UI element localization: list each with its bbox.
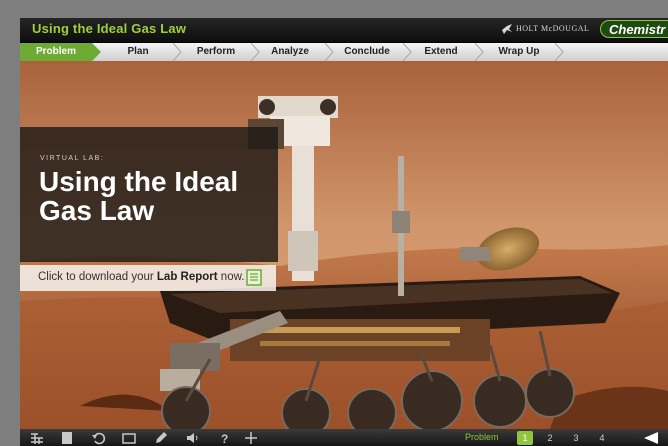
- pencil-icon[interactable]: [154, 431, 168, 445]
- lab-report-icon[interactable]: [246, 269, 262, 286]
- crosshair-icon[interactable]: [244, 431, 258, 445]
- app-window: Using the Ideal Gas Law HOLT McDOUGAL Ch…: [0, 0, 668, 446]
- bottom-toolbar: ? Problem 1 2 3 4: [20, 429, 668, 446]
- download-label: Click to download your Lab Report now.: [38, 271, 245, 283]
- step-divider-icon: [554, 43, 564, 61]
- tab-conclude[interactable]: Conclude: [332, 43, 402, 61]
- title-bar: Using the Ideal Gas Law HOLT McDOUGAL Ch…: [20, 18, 668, 43]
- screen-icon[interactable]: [122, 431, 136, 445]
- periodic-table-icon[interactable]: [30, 431, 44, 445]
- tab-analyze[interactable]: Analyze: [256, 43, 324, 61]
- download-lab-report-button[interactable]: Click to download your Lab Report now.: [20, 265, 276, 291]
- page-button-4[interactable]: 4: [594, 431, 610, 445]
- speaker-icon[interactable]: [186, 431, 200, 445]
- tab-problem[interactable]: Problem: [20, 43, 92, 61]
- tab-perform[interactable]: Perform: [182, 43, 250, 61]
- app-title: Using the Ideal Gas Law: [32, 21, 187, 36]
- publisher-logo-icon: [502, 24, 512, 34]
- step-divider-icon: [474, 43, 484, 61]
- intro-kicker: VIRTUAL LAB:: [40, 155, 105, 162]
- previous-arrow-icon[interactable]: [640, 430, 662, 445]
- undo-icon[interactable]: [92, 431, 106, 445]
- page-label: Problem: [465, 432, 499, 442]
- page-button-2[interactable]: 2: [542, 431, 558, 445]
- step-arrow-icon: [92, 43, 101, 61]
- tab-plan[interactable]: Plan: [104, 43, 172, 61]
- brand-logo: Chemistr: [600, 20, 668, 38]
- help-icon[interactable]: ?: [218, 431, 232, 445]
- step-navigation: Problem Plan Perform Analyze Conclude Ex…: [20, 43, 668, 61]
- tab-extend[interactable]: Extend: [408, 43, 474, 61]
- intro-panel: VIRTUAL LAB: Using the Ideal Gas Law: [20, 127, 278, 262]
- page-button-1[interactable]: 1: [517, 431, 533, 445]
- notebook-icon[interactable]: [60, 431, 74, 445]
- step-divider-icon: [172, 43, 182, 61]
- svg-text:?: ?: [221, 432, 228, 445]
- page-button-3[interactable]: 3: [568, 431, 584, 445]
- tab-wrap-up[interactable]: Wrap Up: [484, 43, 554, 61]
- lab-title: Using the Ideal Gas Law: [39, 166, 239, 226]
- publisher-name: HOLT McDOUGAL: [516, 24, 590, 33]
